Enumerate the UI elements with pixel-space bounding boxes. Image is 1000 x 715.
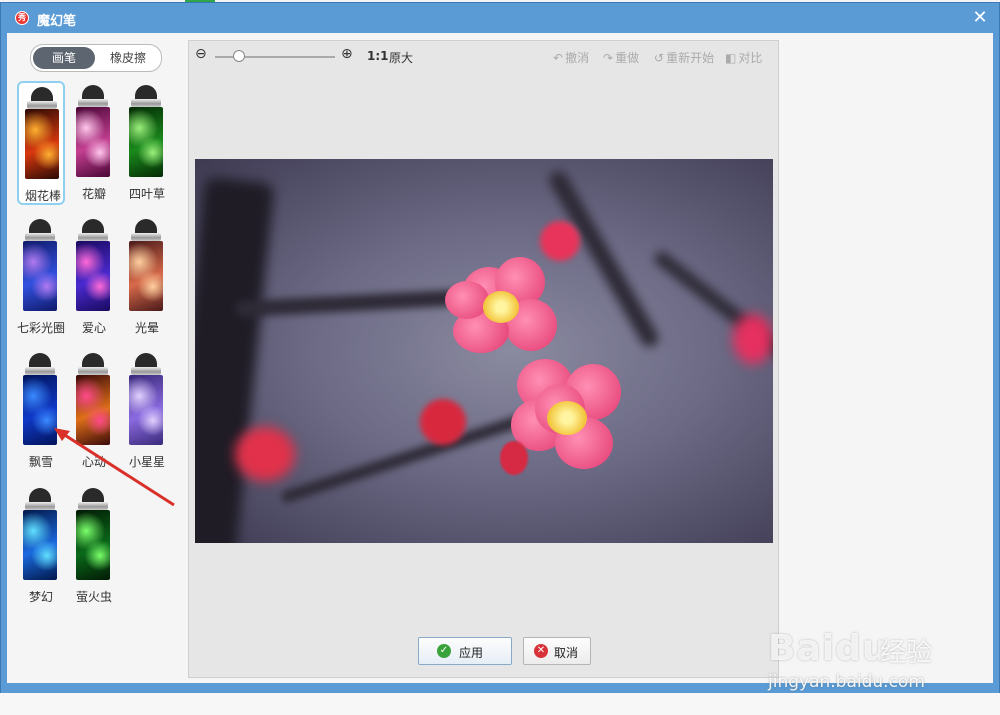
watermark-logo: Baidu (768, 628, 889, 669)
brush-petals[interactable]: 花瓣 (70, 81, 118, 205)
close-button[interactable]: ✕ (969, 8, 991, 28)
annotation-arrow-shaft (59, 430, 175, 507)
brush-label: 四叶草 (128, 187, 165, 201)
annotation-arrow-head (54, 428, 70, 441)
brush-ring (131, 367, 161, 375)
mode-toggle: 画笔 橡皮擦 (30, 44, 162, 72)
brush-swatch (25, 109, 59, 179)
cancel-button[interactable]: ✕ 取消 (523, 637, 591, 665)
photo-bud (235, 427, 295, 481)
apply-label: 应用 (459, 646, 484, 660)
editor-toolbar: ⊖ ⊕ 1:1 原大 ↶ 撤消 ↷ 重做 ↺ 重新开始 ◧ 对比 (189, 41, 778, 71)
background-page-bottom (0, 693, 1000, 715)
brush-ring (25, 233, 55, 241)
editor-panel: ⊖ ⊕ 1:1 原大 ↶ 撤消 ↷ 重做 ↺ 重新开始 ◧ 对比 ✓ 应用 ✕ … (188, 40, 779, 678)
compare-icon: ◧ (725, 51, 737, 65)
brush-ring (78, 99, 108, 107)
brush-ring (78, 233, 108, 241)
brush-swatch (23, 510, 57, 580)
brush-swatch (129, 241, 163, 311)
restart-label: 重新开始 (666, 51, 715, 65)
zoom-slider-thumb[interactable] (233, 50, 245, 62)
redo-label: 重做 (615, 51, 640, 65)
brush-ring (25, 367, 55, 375)
photo-branch (195, 176, 275, 543)
undo-button[interactable]: ↶ 撤消 (553, 49, 589, 66)
brush-swatch (76, 241, 110, 311)
dialog-titlebar: 秀 魔幻笔 ✕ (1, 3, 999, 33)
cancel-label: 取消 (554, 646, 579, 660)
magic-pen-dialog: 秀 魔幻笔 ✕ 画笔 橡皮擦 烟花棒 花瓣 四叶草 七彩光圈 爱心 光晕 飘雪 … (0, 2, 1000, 694)
brush-halo[interactable]: 光晕 (123, 215, 171, 339)
brush-ring (131, 233, 161, 241)
annotation-arrow (54, 428, 175, 507)
ratio-label[interactable]: 1:1 (367, 49, 389, 63)
dialog-title: 魔幻笔 (37, 14, 77, 29)
brush-swatch (129, 107, 163, 177)
photo-stamen (483, 291, 519, 323)
brush-swatch (76, 510, 110, 580)
dialog-client-area: 画笔 橡皮擦 烟花棒 花瓣 四叶草 七彩光圈 爱心 光晕 飘雪 心动 小星星 梦… (7, 33, 993, 683)
cancel-x-icon: ✕ (534, 644, 548, 658)
brush-ring (78, 367, 108, 375)
zoom-out-icon[interactable]: ⊖ (195, 46, 207, 62)
redo-button[interactable]: ↷ 重做 (603, 49, 639, 66)
brush-label: 萤火虫 (75, 590, 112, 604)
photo-canvas[interactable] (195, 159, 773, 543)
app-logo-icon: 秀 (15, 11, 29, 25)
brush-ring (27, 101, 57, 109)
restart-icon: ↺ (654, 51, 665, 65)
tab-pen[interactable]: 画笔 (33, 47, 95, 69)
brush-hearts[interactable]: 爱心 (70, 215, 118, 339)
photo-bud (500, 441, 528, 475)
tab-eraser[interactable]: 橡皮擦 (97, 47, 159, 69)
zoom-in-icon[interactable]: ⊕ (341, 46, 353, 62)
undo-label: 撤消 (565, 51, 590, 65)
brush-rainbow-rings[interactable]: 七彩光圈 (17, 215, 65, 339)
photo-bud (540, 221, 580, 261)
apply-button[interactable]: ✓ 应用 (418, 637, 512, 665)
actual-size-button[interactable]: 原大 (389, 49, 413, 66)
check-icon: ✓ (437, 644, 451, 658)
undo-icon: ↶ (553, 51, 564, 65)
redo-icon: ↷ (603, 51, 614, 65)
photo-stamen (547, 401, 587, 435)
brush-fireworks[interactable]: 烟花棒 (17, 81, 65, 205)
watermark-jingyan: 经验 (880, 638, 933, 668)
compare-label: 对比 (738, 51, 763, 65)
restart-button[interactable]: ↺ 重新开始 (654, 49, 714, 66)
brush-label: 光晕 (134, 321, 159, 335)
watermark-url: jingyan.baidu.com (768, 672, 925, 692)
compare-button[interactable]: ◧ 对比 (725, 49, 762, 66)
photo-bud (420, 399, 466, 445)
photo-petal (445, 281, 489, 319)
brush-clover[interactable]: 四叶草 (123, 81, 171, 205)
brush-swatch (76, 107, 110, 177)
brush-ring (131, 99, 161, 107)
brush-swatch (23, 241, 57, 311)
photo-bud (733, 314, 773, 364)
